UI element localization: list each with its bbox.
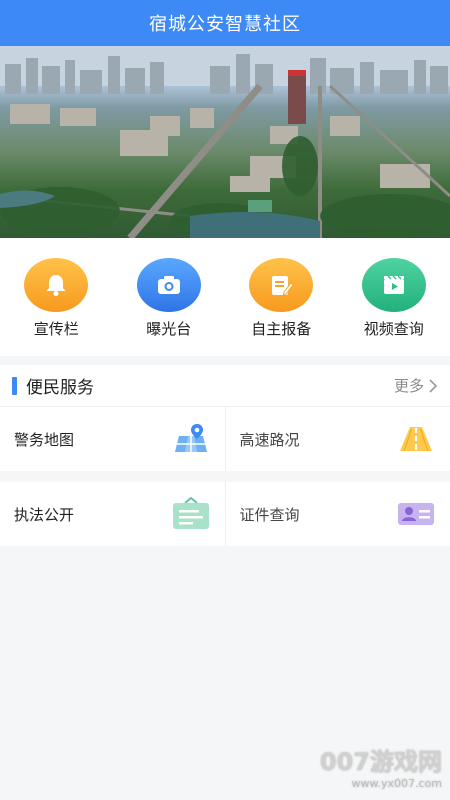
video-icon xyxy=(361,258,426,312)
service-police-map[interactable]: 警务地图 xyxy=(0,407,225,471)
more-label: 更多 xyxy=(393,377,424,395)
bell-icon xyxy=(24,258,89,312)
more-link[interactable]: 更多 xyxy=(394,375,438,396)
quick-action-label: 宣传栏 xyxy=(33,320,79,338)
service-highway-status[interactable]: 高速路况 xyxy=(224,407,450,471)
services-row: 执法公开 证件查询 xyxy=(0,482,450,546)
service-id-query[interactable]: 证件查询 xyxy=(224,482,450,546)
site-watermark: 007游戏网 www.yx007.com xyxy=(320,742,442,790)
services-title: 便民服务 xyxy=(12,373,94,398)
quick-action-exposure[interactable]: 曝光台 xyxy=(124,258,214,339)
service-label: 警务地图 xyxy=(14,430,75,449)
watermark-url: www.yx007.com xyxy=(351,777,442,790)
section-accent-bar xyxy=(12,376,17,395)
quick-actions: 宣传栏 曝光台 自主报备 视频查询 xyxy=(0,238,450,356)
id-card-icon xyxy=(398,503,434,525)
watermark-main: 007游戏网 xyxy=(319,748,442,776)
quick-action-self-report[interactable]: 自主报备 xyxy=(236,258,326,339)
services-header: 便民服务 更多 xyxy=(0,365,450,407)
top-bar: 宿城公安智慧社区 xyxy=(0,0,450,46)
service-law-enforcement[interactable]: 执法公开 xyxy=(0,482,225,546)
banner-image xyxy=(0,46,450,238)
camera-icon xyxy=(136,258,201,312)
page-title: 宿城公安智慧社区 xyxy=(149,14,301,35)
map-pin-icon xyxy=(174,424,207,452)
services-section: 便民服务 更多 警务地图 高速路况 执法公开 证件查询 xyxy=(0,365,450,546)
quick-action-publicity[interactable]: 宣传栏 xyxy=(11,258,101,339)
quick-action-label: 曝光台 xyxy=(146,320,192,338)
notice-board-icon xyxy=(172,497,209,529)
quick-action-label: 视频查询 xyxy=(363,320,424,338)
services-row: 警务地图 高速路况 xyxy=(0,407,450,471)
service-label: 证件查询 xyxy=(239,505,300,524)
quick-action-video-query[interactable]: 视频查询 xyxy=(349,258,439,339)
road-icon xyxy=(400,427,432,452)
service-label: 高速路况 xyxy=(239,430,300,449)
service-label: 执法公开 xyxy=(14,505,75,524)
city-aerial-banner[interactable] xyxy=(0,46,450,238)
quick-action-label: 自主报备 xyxy=(251,320,312,338)
row-gap xyxy=(0,471,450,482)
chevron-right-icon xyxy=(429,378,438,393)
services-title-text: 便民服务 xyxy=(26,378,94,398)
edit-note-icon xyxy=(249,258,314,312)
